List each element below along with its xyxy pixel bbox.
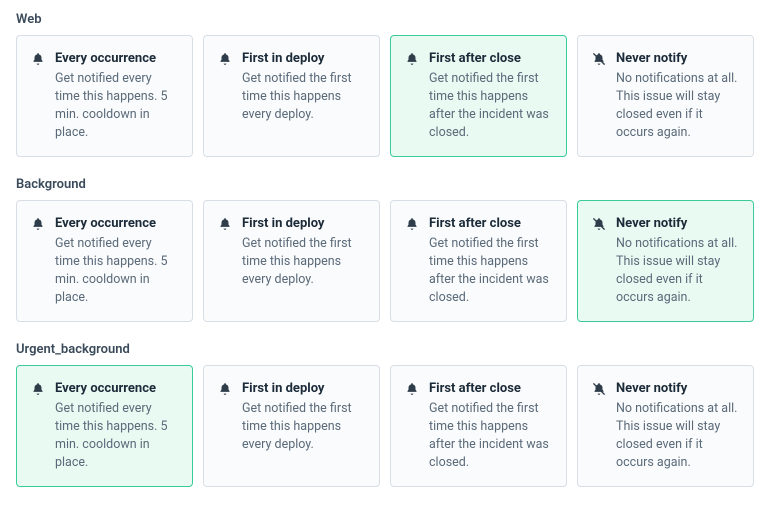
option-desc: Get notified the first time this happens… [242,70,365,124]
option-text: Never notify No notifications at all. Th… [616,215,739,307]
option-desc: Get notified the first time this happens… [242,400,365,454]
section-title: Background [16,177,754,192]
option-desc: Get notified the first time this happens… [429,235,552,308]
option-desc: Get notified the first time this happens… [242,235,365,289]
section-background: Background Every occurrence Get notified… [16,177,754,322]
option-desc: No notifications at all. This issue will… [616,235,739,308]
option-desc: No notifications at all. This issue will… [616,70,739,143]
option-text: Every occurrence Get notified every time… [55,380,178,472]
option-desc: Get notified every time this happens. 5 … [55,70,178,143]
option-title: Every occurrence [55,50,178,68]
option-never-notify[interactable]: Never notify No notifications at all. Th… [577,200,754,322]
option-never-notify[interactable]: Never notify No notifications at all. Th… [577,365,754,487]
card-row: Every occurrence Get notified every time… [16,200,754,322]
bell-icon [31,52,45,66]
option-text: First after close Get notified the first… [429,380,552,472]
section-urgent-background: Urgent_background Every occurrence Get n… [16,342,754,487]
option-title: First in deploy [242,215,365,233]
option-text: Never notify No notifications at all. Th… [616,50,739,142]
option-text: First in deploy Get notified the first t… [242,215,365,289]
option-desc: Get notified the first time this happens… [429,70,552,143]
option-first-after-close[interactable]: First after close Get notified the first… [390,35,567,157]
option-first-in-deploy[interactable]: First in deploy Get notified the first t… [203,200,380,322]
option-desc: Get notified the first time this happens… [429,400,552,473]
option-first-in-deploy[interactable]: First in deploy Get notified the first t… [203,365,380,487]
option-first-after-close[interactable]: First after close Get notified the first… [390,365,567,487]
bell-icon [218,217,232,231]
bell-icon [218,52,232,66]
section-title: Web [16,12,754,27]
option-every-occurrence[interactable]: Every occurrence Get notified every time… [16,200,193,322]
option-title: First in deploy [242,380,365,398]
bell-slash-icon [592,217,606,231]
option-title: Every occurrence [55,380,178,398]
option-every-occurrence[interactable]: Every occurrence Get notified every time… [16,365,193,487]
bell-icon [31,217,45,231]
section-title: Urgent_background [16,342,754,357]
option-title: First after close [429,215,552,233]
option-text: Every occurrence Get notified every time… [55,50,178,142]
option-desc: No notifications at all. This issue will… [616,400,739,473]
bell-slash-icon [592,382,606,396]
option-never-notify[interactable]: Never notify No notifications at all. Th… [577,35,754,157]
bell-icon [405,52,419,66]
option-title: First in deploy [242,50,365,68]
option-text: First after close Get notified the first… [429,215,552,307]
option-every-occurrence[interactable]: Every occurrence Get notified every time… [16,35,193,157]
option-text: Every occurrence Get notified every time… [55,215,178,307]
option-text: First in deploy Get notified the first t… [242,50,365,124]
option-title: Never notify [616,380,739,398]
option-text: First after close Get notified the first… [429,50,552,142]
bell-icon [31,382,45,396]
card-row: Every occurrence Get notified every time… [16,365,754,487]
bell-icon [218,382,232,396]
bell-icon [405,217,419,231]
option-desc: Get notified every time this happens. 5 … [55,235,178,308]
option-first-in-deploy[interactable]: First in deploy Get notified the first t… [203,35,380,157]
option-text: Never notify No notifications at all. Th… [616,380,739,472]
option-title: Never notify [616,215,739,233]
option-title: First after close [429,50,552,68]
option-title: Every occurrence [55,215,178,233]
option-first-after-close[interactable]: First after close Get notified the first… [390,200,567,322]
option-text: First in deploy Get notified the first t… [242,380,365,454]
card-row: Every occurrence Get notified every time… [16,35,754,157]
section-web: Web Every occurrence Get notified every … [16,12,754,157]
bell-icon [405,382,419,396]
bell-slash-icon [592,52,606,66]
option-desc: Get notified every time this happens. 5 … [55,400,178,473]
option-title: Never notify [616,50,739,68]
option-title: First after close [429,380,552,398]
